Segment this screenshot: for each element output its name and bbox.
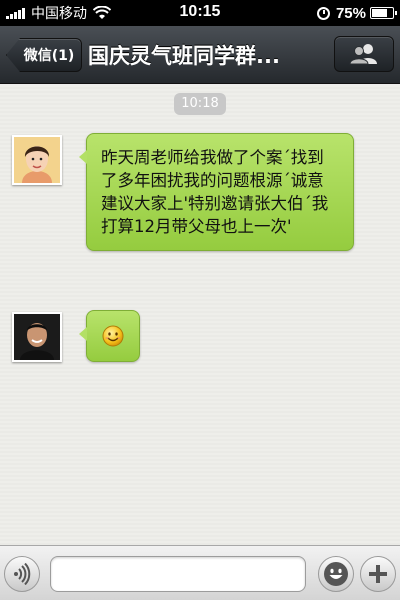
battery-icon [370, 7, 397, 19]
battery-percent: 75% [335, 4, 366, 22]
smiley-face-icon [102, 325, 124, 347]
voice-wave-icon [14, 563, 31, 585]
alarm-clock-icon [316, 6, 330, 20]
message-bubble[interactable]: 昨天周老师给我做了个案´找到了多年困扰我的问题根源´诚意建议大家上'特别邀请张大… [79, 133, 354, 251]
sender-avatar[interactable] [12, 135, 62, 185]
people-icon [349, 44, 377, 65]
sender-avatar[interactable] [12, 312, 62, 362]
chat-area[interactable]: 10:18 昨天周老师给我做了个案´找到了多年困扰我的问题根源´诚意建议大家上'… [0, 85, 400, 545]
input-bar [0, 545, 400, 600]
message-input[interactable] [50, 556, 306, 592]
smiley-icon [324, 562, 348, 586]
back-button[interactable]: 微信(1) [6, 38, 82, 72]
woman-avatar-icon [14, 137, 60, 183]
group-members-button[interactable] [334, 36, 394, 72]
more-options-button[interactable] [360, 556, 396, 592]
status-right: 75% [316, 4, 397, 22]
emoji-message-bubble[interactable] [79, 310, 140, 362]
emoji-button[interactable] [318, 556, 354, 592]
plus-icon [369, 565, 387, 583]
message-timestamp: 10:18 [174, 93, 226, 115]
nav-bar: 微信(1) 国庆灵气班同学群... [0, 26, 400, 84]
message-text: 昨天周老师给我做了个案´找到了多年困扰我的问题根源´诚意建议大家上'特别邀请张大… [101, 148, 329, 236]
man-avatar-icon [14, 314, 60, 360]
voice-input-button[interactable] [4, 556, 40, 592]
page-title: 国庆灵气班同学群... [88, 44, 280, 68]
status-bar: 中国移动 10:15 75% [0, 0, 400, 26]
